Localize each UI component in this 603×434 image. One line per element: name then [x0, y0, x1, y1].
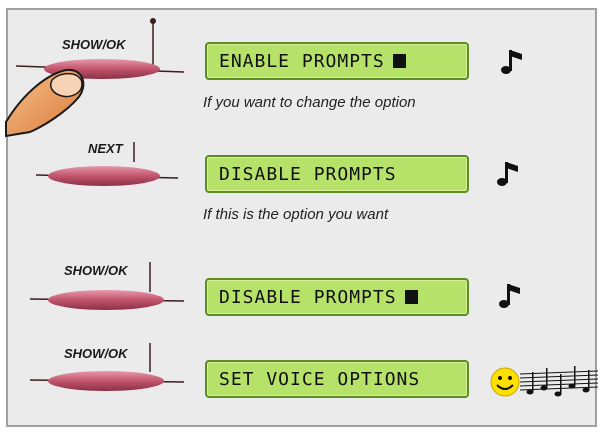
caption-step2: If this is the option you want: [203, 206, 389, 223]
button-label-show-ok: SHOW/OK: [64, 263, 128, 278]
button-label-show-ok: SHOW/OK: [62, 37, 126, 52]
lcd-text: ENABLE PROMPTS: [219, 50, 385, 72]
finger-pressing-icon: [5, 68, 85, 138]
lcd-text: DISABLE PROMPTS: [219, 163, 397, 185]
lcd-cursor-icon: [404, 290, 418, 304]
lcd-display-step2: DISABLE PROMPTS: [205, 155, 469, 193]
smiley-music-icon: [490, 366, 599, 397]
lcd-text: DISABLE PROMPTS: [219, 286, 397, 308]
lcd-cursor-icon: [392, 54, 406, 68]
lcd-display-step3: DISABLE PROMPTS: [205, 278, 469, 316]
music-note-icon: [501, 50, 522, 74]
button-label-next: NEXT: [88, 141, 123, 156]
caption-step1: If you want to change the option: [203, 94, 416, 111]
lcd-display-step4: SET VOICE OPTIONS: [205, 360, 469, 398]
button-label-show-ok: SHOW/OK: [64, 346, 128, 361]
lcd-text: SET VOICE OPTIONS: [219, 368, 421, 390]
lcd-display-step1: ENABLE PROMPTS: [205, 42, 469, 80]
music-note-icon: [497, 162, 518, 186]
music-note-icon: [499, 284, 520, 308]
